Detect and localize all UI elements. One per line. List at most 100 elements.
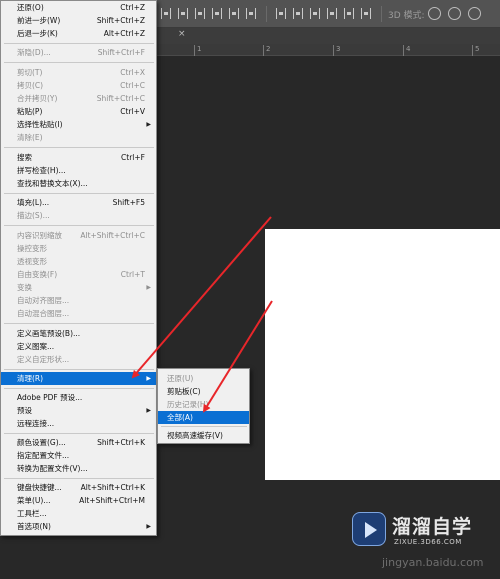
menu-item-label: 后退一步(K) (17, 29, 58, 38)
menu-item-remote-connections[interactable]: 远程连接... (1, 417, 156, 430)
watermark-title: 溜溜自学 (392, 516, 473, 538)
menu-item-label: 选择性粘贴(I) (17, 120, 63, 129)
menu-item-convert-to-profile[interactable]: 转换为配置文件(V)... (1, 462, 156, 475)
menu-item-shortcut: Shift+Ctrl+Z (96, 16, 145, 25)
menu-item-define-pattern[interactable]: 定义图案... (1, 340, 156, 353)
menu-separator (4, 388, 154, 389)
menu-item-transform[interactable]: 变换 ▶ (1, 281, 156, 294)
menu-item-color-settings[interactable]: 颜色设置(G)... Shift+Ctrl+K (1, 436, 156, 449)
align-vertical-center-icon[interactable] (178, 8, 188, 19)
menu-item-copy-merged[interactable]: 合并拷贝(Y) Shift+Ctrl+C (1, 92, 156, 105)
menu-item-label: 剪贴板(C) (167, 387, 201, 396)
submenu-arrow-icon: ▶ (146, 407, 151, 414)
menu-item-menus[interactable]: 菜单(U)... Alt+Shift+Ctrl+M (1, 494, 156, 507)
menu-item-auto-blend-layers[interactable]: 自动混合图层... (1, 307, 156, 320)
menu-item-paste-special[interactable]: 选择性粘贴(I) ▶ (1, 118, 156, 131)
distribute-top-icon[interactable] (276, 8, 286, 19)
menu-separator (4, 433, 154, 434)
submenu-item-histories[interactable]: 历史记录(H) (158, 398, 249, 411)
menu-item-step-forward[interactable]: 前进一步(W) Shift+Ctrl+Z (1, 14, 156, 27)
menu-item-label: 历史记录(H) (167, 400, 209, 409)
menu-item-label: 颜色设置(G)... (17, 438, 66, 447)
menu-item-shortcut: Shift+F5 (112, 198, 145, 207)
close-tab-icon[interactable]: × (178, 29, 186, 39)
menu-separator (4, 369, 154, 370)
menu-item-stroke[interactable]: 描边(S)... (1, 209, 156, 222)
menu-item-preferences[interactable]: 首选项(N) ▶ (1, 520, 156, 533)
distribute-horizontal-center-icon[interactable] (344, 8, 354, 19)
menu-item-paste[interactable]: 粘贴(P) Ctrl+V (1, 105, 156, 118)
distribute-left-icon[interactable] (327, 8, 337, 19)
submenu-arrow-icon: ▶ (146, 375, 151, 382)
menu-item-puppet-warp[interactable]: 操控变形 (1, 242, 156, 255)
menu-item-define-custom-shape[interactable]: 定义自定形状... (1, 353, 156, 366)
menu-item-label: 定义图案... (17, 342, 55, 351)
menu-item-label: 内容识别缩放 (17, 231, 62, 240)
menu-item-shortcut: Shift+Ctrl+F (97, 48, 145, 57)
menu-item-pdf-presets[interactable]: Adobe PDF 预设... (1, 391, 156, 404)
menu-item-shortcut: Alt+Ctrl+Z (103, 29, 145, 38)
align-top-icon[interactable] (161, 8, 171, 19)
pan-3d-icon[interactable] (468, 7, 481, 20)
menu-item-check-spelling[interactable]: 拼写检查(H)... (1, 164, 156, 177)
align-bottom-icon[interactable] (195, 8, 205, 19)
menu-item-assign-profile[interactable]: 指定配置文件... (1, 449, 156, 462)
menu-item-label: 变换 (17, 283, 32, 292)
ruler-tick: 3 (332, 45, 341, 56)
menu-item-search[interactable]: 搜索 Ctrl+F (1, 151, 156, 164)
menu-item-define-brush[interactable]: 定义画笔预设(B)... (1, 327, 156, 340)
menu-item-fade[interactable]: 渐隐(D)... Shift+Ctrl+F (1, 46, 156, 59)
distribute-right-icon[interactable] (361, 8, 371, 19)
toolbar-divider (266, 6, 267, 22)
menu-item-clear[interactable]: 清除(E) (1, 131, 156, 144)
align-left-icon[interactable] (212, 8, 222, 19)
menu-item-purge[interactable]: 清理(R) ▶ (1, 372, 156, 385)
align-right-icon[interactable] (246, 8, 256, 19)
menu-item-fill[interactable]: 填充(L)... Shift+F5 (1, 196, 156, 209)
menu-item-free-transform[interactable]: 自由变换(F) Ctrl+T (1, 268, 156, 281)
menu-item-auto-align-layers[interactable]: 自动对齐图层... (1, 294, 156, 307)
document-tab[interactable] (150, 28, 500, 44)
menu-item-copy[interactable]: 拷贝(C) Ctrl+C (1, 79, 156, 92)
edit-menu: 还原(O) Ctrl+Z 前进一步(W) Shift+Ctrl+Z 后退一步(K) A… (0, 0, 157, 536)
menu-item-label: 合并拷贝(Y) (17, 94, 58, 103)
watermark-logo-icon (352, 512, 386, 546)
menu-item-shortcut: Alt+Shift+Ctrl+C (80, 231, 145, 240)
menu-item-label: 剪切(T) (17, 68, 43, 77)
menu-item-label: 拼写检查(H)... (17, 166, 66, 175)
align-horizontal-center-icon[interactable] (229, 8, 239, 19)
menu-separator (4, 193, 154, 194)
menu-separator (4, 478, 154, 479)
menu-item-shortcut: Alt+Shift+Ctrl+K (80, 483, 145, 492)
menu-item-presets[interactable]: 预设 ▶ (1, 404, 156, 417)
menu-item-keyboard-shortcuts[interactable]: 键盘快捷键... Alt+Shift+Ctrl+K (1, 481, 156, 494)
menu-item-undo[interactable]: 还原(O) Ctrl+Z (1, 1, 156, 14)
submenu-item-video-cache[interactable]: 视频高速缓存(V) (158, 429, 249, 442)
menu-item-label: 定义画笔预设(B)... (17, 329, 81, 338)
menu-item-cut[interactable]: 剪切(T) Ctrl+X (1, 66, 156, 79)
menu-separator (4, 225, 154, 226)
menu-item-label: 描边(S)... (17, 211, 50, 220)
menu-item-content-aware-scale[interactable]: 内容识别缩放 Alt+Shift+Ctrl+C (1, 229, 156, 242)
menu-item-label: 首选项(N) (17, 522, 51, 531)
menu-item-step-backward[interactable]: 后退一步(K) Alt+Ctrl+Z (1, 27, 156, 40)
submenu-item-undo[interactable]: 还原(U) (158, 372, 249, 385)
distribute-bottom-icon[interactable] (310, 8, 320, 19)
menu-item-label: 透视变形 (17, 257, 47, 266)
menu-item-perspective-warp[interactable]: 透视变形 (1, 255, 156, 268)
orbit-3d-icon[interactable] (428, 7, 441, 20)
menu-item-find-replace[interactable]: 查找和替换文本(X)... (1, 177, 156, 190)
submenu-item-all[interactable]: 全部(A) (158, 411, 249, 424)
menu-item-shortcut: Shift+Ctrl+C (96, 94, 145, 103)
menu-separator (4, 323, 154, 324)
roll-3d-icon[interactable] (448, 7, 461, 20)
menu-item-label: 自由变换(F) (17, 270, 58, 279)
submenu-item-clipboard[interactable]: 剪贴板(C) (158, 385, 249, 398)
menu-item-label: 自动混合图层... (17, 309, 70, 318)
menu-item-toolbar[interactable]: 工具栏... (1, 507, 156, 520)
menu-item-label: 查找和替换文本(X)... (17, 179, 88, 188)
menu-item-label: 粘贴(P) (17, 107, 43, 116)
document-canvas[interactable] (265, 229, 500, 480)
menu-item-label: 清除(E) (17, 133, 43, 142)
distribute-vertical-center-icon[interactable] (293, 8, 303, 19)
